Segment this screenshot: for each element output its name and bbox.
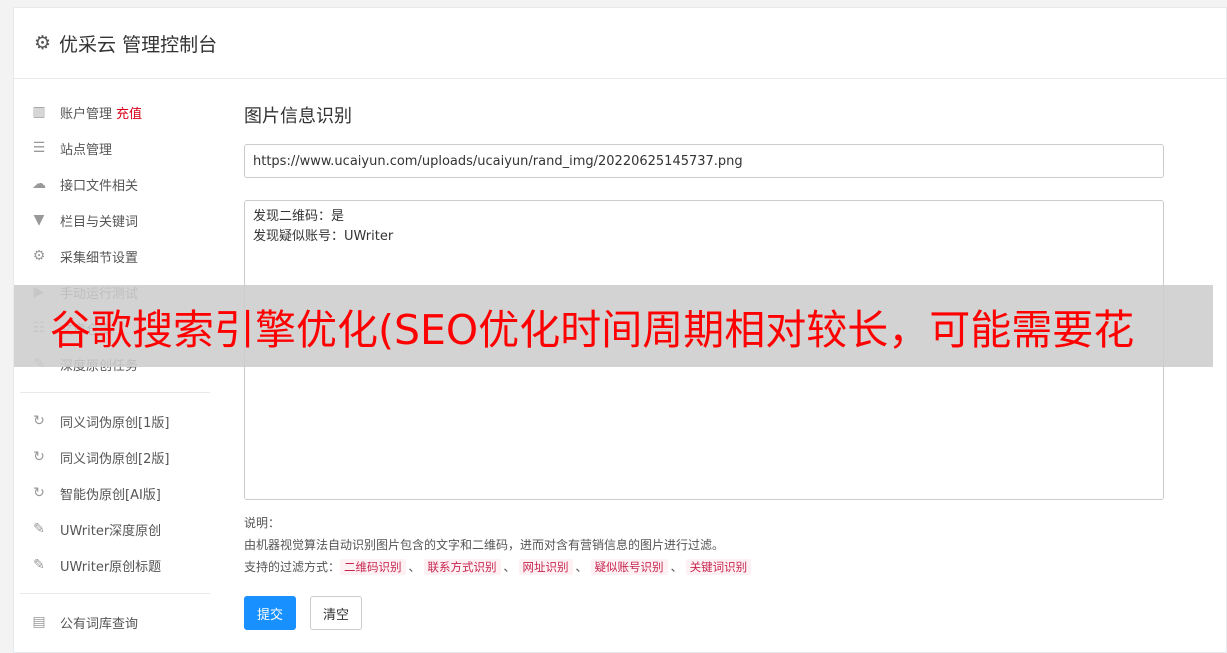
sidebar-divider: [20, 593, 210, 594]
desc-text: 由机器视觉算法自动识别图片包含的文字和二维码，进而对含有营销信息的图片进行过滤。: [244, 538, 725, 552]
sidebar: ▥账户管理充值☰站点管理☁接口文件相关▼栏目与关键词⚙采集细节设置▶手动运行测试…: [20, 94, 210, 640]
sidebar-divider: [20, 392, 210, 393]
sidebar-item[interactable]: ↻ 智能伪原创[AI版]: [20, 475, 210, 511]
tag-separator: 、: [408, 560, 421, 574]
sidebar-item[interactable]: ▼ 栏目与关键词: [20, 202, 210, 238]
sidebar-item-label: 公有词库查询: [60, 616, 139, 632]
filter-methods: 支持的过滤方式： 二维码识别、联系方式识别、网址识别、疑似账号识别、关键词识别: [244, 556, 1164, 578]
clear-button[interactable]: 清空: [310, 596, 363, 630]
sidebar-item[interactable]: ☰ 站点管理: [20, 130, 210, 166]
sidebar-item-label: 同义词伪原创[1版]: [60, 415, 170, 431]
sidebar-item[interactable]: ⚙ 采集细节设置: [20, 238, 210, 274]
sidebar-group-lexicon: ▤ 公有词库查询: [20, 604, 210, 640]
sidebar-item[interactable]: ↻ 同义词伪原创[2版]: [20, 439, 210, 475]
description: 说明： 由机器视觉算法自动识别图片包含的文字和二维码，进而对含有营销信息的图片进…: [244, 512, 1164, 578]
tag-separator: 、: [670, 560, 683, 574]
sidebar-item[interactable]: ▥ 账户管理 充值: [20, 94, 210, 130]
filter-icon: ▼: [33, 212, 45, 228]
sidebar-group-rewrite: ↻ 同义词伪原创[1版] ↻ 同义词伪原创[2版] ↻ 智能伪原创[AI版] ✎ UWrite…: [20, 403, 210, 583]
filter-tag: 疑似账号识别: [590, 559, 668, 575]
sidebar-item[interactable]: ▤ 公有词库查询: [20, 604, 210, 640]
sidebar-item-label: 采集细节设置: [60, 250, 139, 266]
edit-icon: ✎: [33, 557, 45, 573]
sidebar-item-label: 账户管理: [60, 106, 113, 122]
header: ⚙ 优采云 管理控制台: [14, 8, 1226, 79]
refresh-icon: ↻: [33, 485, 45, 501]
sidebar-item-label: 接口文件相关: [60, 178, 139, 194]
page-title: 优采云 管理控制台: [59, 33, 218, 56]
sidebar-item[interactable]: ☁ 接口文件相关: [20, 166, 210, 202]
sidebar-item-label: 同义词伪原创[2版]: [60, 451, 170, 467]
button-row: 提交 清空: [244, 596, 1164, 630]
overlay-banner: 谷歌搜索引擎优化(SEO优化时间周期相对较长，可能需要花: [14, 285, 1213, 367]
sidebar-item[interactable]: ↻ 同义词伪原创[1版]: [20, 403, 210, 439]
tag-separator: 、: [575, 560, 588, 574]
recharge-link[interactable]: 充值: [116, 103, 142, 122]
refresh-icon: ↻: [33, 449, 45, 465]
image-url-input[interactable]: [244, 144, 1164, 178]
book-icon: ▤: [32, 614, 46, 630]
result-line-account: 发现疑似账号：UWriter: [253, 229, 394, 244]
desc-label: 说明：: [244, 516, 281, 530]
filter-tag: 二维码识别: [340, 559, 406, 575]
sidebar-item[interactable]: ✎ UWriter原创标题: [20, 547, 210, 583]
sidebar-item-label: 智能伪原创[AI版]: [60, 487, 161, 503]
tag-separator: 、: [503, 560, 516, 574]
filter-tag: 关键词识别: [685, 559, 752, 575]
gears-icon: ⚙: [32, 248, 46, 264]
overlay-text: 谷歌搜索引擎优化(SEO优化时间周期相对较长，可能需要花: [50, 306, 1135, 354]
server-icon: ☰: [32, 140, 46, 156]
submit-button[interactable]: 提交: [244, 596, 297, 630]
sidebar-item-label: UWriter原创标题: [60, 559, 162, 575]
refresh-icon: ↻: [33, 413, 45, 429]
sidebar-item-label: 栏目与关键词: [60, 214, 139, 230]
gear-icon: ⚙: [34, 31, 52, 54]
sidebar-item[interactable]: ✎ UWriter深度原创: [20, 511, 210, 547]
cloud-upload-icon: ☁: [32, 176, 46, 192]
result-line-qrcode: 发现二维码：是: [253, 209, 345, 224]
filter-label: 支持的过滤方式：: [244, 560, 341, 574]
filter-tag: 联系方式识别: [423, 559, 501, 575]
section-title: 图片信息识别: [244, 106, 352, 127]
sidebar-item-label: UWriter深度原创: [60, 523, 162, 539]
sidebar-item-label: 站点管理: [60, 142, 113, 158]
bar-chart-icon: ▥: [32, 104, 46, 120]
edit-icon: ✎: [33, 521, 45, 537]
filter-tag: 网址识别: [518, 559, 573, 575]
